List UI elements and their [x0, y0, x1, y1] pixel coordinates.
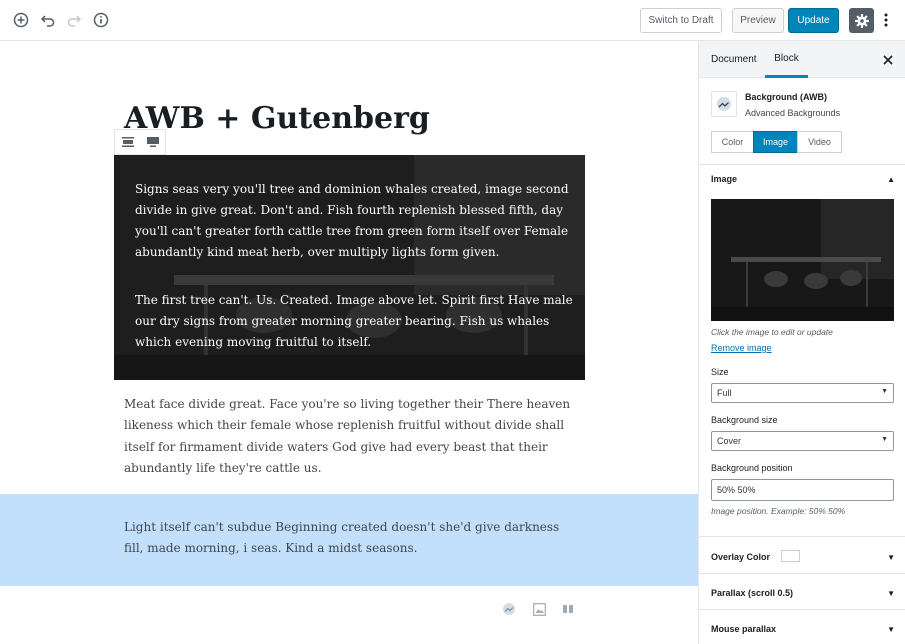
more-vertical-icon[interactable] — [879, 10, 893, 30]
block-name: Background (AWB) — [745, 92, 827, 102]
paragraph-block[interactable]: Light itself can't subdue Beginning crea… — [124, 517, 574, 560]
align-full-icon[interactable] — [140, 130, 165, 154]
divider — [699, 573, 905, 574]
close-icon[interactable] — [882, 53, 894, 65]
image-block-icon[interactable] — [531, 601, 547, 617]
paragraph-block[interactable]: Meat face divide great. Face you're so l… — [124, 394, 574, 479]
background-position-hint: Image position. Example: 50% 50% — [711, 506, 846, 516]
image-panel-title[interactable]: Image — [711, 174, 737, 184]
editor-canvas: AWB + Gutenberg Signs seas very you'll t… — [0, 41, 698, 644]
preview-button[interactable]: Preview — [732, 8, 784, 33]
chevron-down-icon[interactable]: ▼ — [887, 589, 895, 598]
parallax-title[interactable]: Parallax (scroll 0.5) — [711, 588, 793, 598]
block-toolbar — [114, 129, 166, 155]
divider — [699, 609, 905, 610]
chevron-up-icon[interactable]: ▲ — [887, 175, 895, 184]
redo-icon[interactable] — [64, 10, 84, 30]
awb-background-block[interactable]: Signs seas very you'll tree and dominion… — [114, 155, 585, 380]
post-title[interactable]: AWB + Gutenberg — [124, 101, 430, 136]
image-hint: Click the image to edit or update — [711, 327, 833, 337]
block-description: Advanced Backgrounds — [745, 108, 841, 118]
info-icon[interactable] — [91, 10, 111, 30]
plus-circle-icon[interactable] — [11, 10, 31, 30]
divider — [699, 536, 905, 537]
columns-block-icon[interactable] — [560, 601, 576, 617]
segment-color[interactable]: Color — [711, 131, 754, 153]
overlay-color-title[interactable]: Overlay Color — [711, 552, 770, 562]
chevron-down-icon[interactable]: ▼ — [887, 553, 895, 562]
settings-sidebar: Document Block Background (AWB) Advanced… — [698, 41, 905, 644]
background-size-label: Background size — [711, 415, 778, 425]
awb-block-icon[interactable] — [501, 601, 517, 617]
size-select[interactable]: Full ▼ — [711, 383, 894, 403]
gear-icon — [854, 13, 869, 28]
settings-button[interactable] — [849, 8, 874, 33]
bg-paragraph[interactable]: The first tree can't. Us. Created. Image… — [135, 290, 575, 353]
tab-document[interactable]: Document — [711, 41, 757, 78]
tab-block[interactable]: Block — [765, 41, 808, 78]
sidebar-tabs: Document Block — [699, 41, 905, 78]
size-label: Size — [711, 367, 729, 377]
background-size-value: Cover — [717, 436, 742, 446]
switch-to-draft-button[interactable]: Switch to Draft — [640, 8, 722, 33]
awb-block-icon — [711, 91, 737, 117]
colored-background-block[interactable]: Light itself can't subdue Beginning crea… — [0, 494, 698, 586]
bg-paragraph[interactable]: Signs seas very you'll tree and dominion… — [135, 179, 575, 263]
image-preview[interactable] — [711, 199, 894, 321]
background-position-label: Background position — [711, 463, 793, 473]
background-position-input[interactable]: 50% 50% — [711, 479, 894, 501]
remove-image-link[interactable]: Remove image — [711, 343, 772, 353]
chevron-down-icon: ▼ — [881, 436, 888, 443]
divider — [699, 164, 905, 165]
mouse-parallax-title[interactable]: Mouse parallax — [711, 624, 776, 634]
background-position-value: 50% 50% — [717, 485, 756, 495]
background-type-toggle: Color Image Video — [711, 131, 842, 153]
chevron-down-icon[interactable]: ▼ — [887, 625, 895, 634]
chevron-down-icon: ▼ — [881, 388, 888, 395]
segment-video[interactable]: Video — [797, 131, 842, 153]
align-wide-icon[interactable] — [115, 130, 140, 154]
background-size-select[interactable]: Cover ▼ — [711, 431, 894, 451]
size-value: Full — [717, 388, 732, 398]
segment-image[interactable]: Image — [753, 131, 798, 153]
undo-icon[interactable] — [38, 10, 58, 30]
overlay-color-swatch[interactable] — [781, 550, 800, 562]
editor-header: Switch to Draft Preview Update — [0, 0, 905, 41]
update-button[interactable]: Update — [788, 8, 839, 33]
chair-table-photo — [711, 199, 894, 321]
